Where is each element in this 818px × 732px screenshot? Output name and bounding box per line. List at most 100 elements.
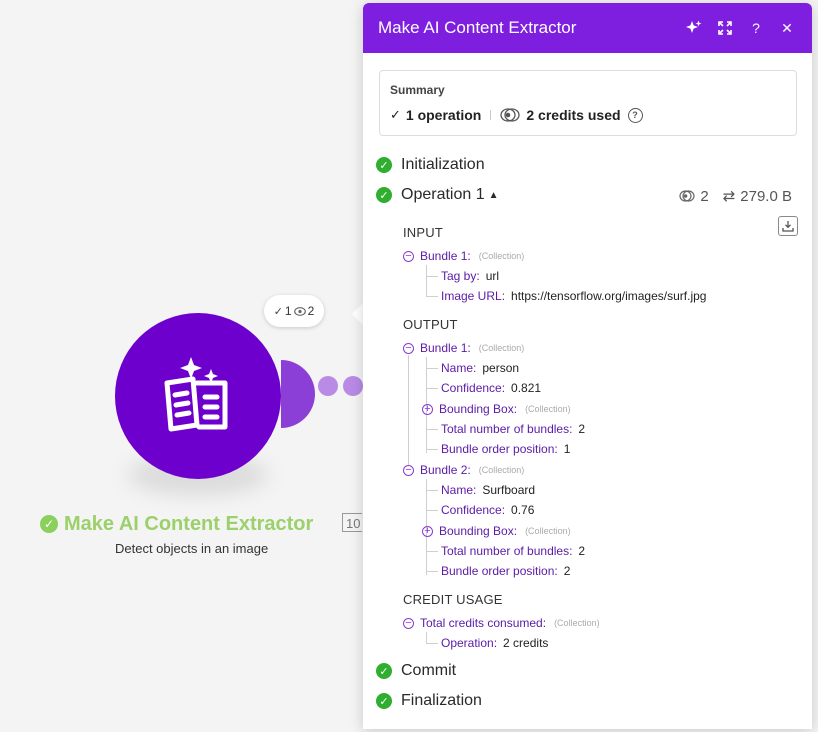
module-title-text: Make AI Content Extractor <box>64 512 314 535</box>
field-key: Tag by: <box>441 269 480 283</box>
success-icon: ✓ <box>376 187 392 203</box>
input-field: Tag by: url <box>441 268 499 284</box>
summary-label: Summary <box>390 83 445 97</box>
input-heading: INPUT <box>403 225 443 240</box>
operation-credits-value: 2 <box>700 187 709 205</box>
caret-up-icon[interactable]: ▲ <box>489 190 499 201</box>
summary-credits: 2 credits used <box>526 107 621 123</box>
bundle-label: Bundle 2: <box>420 463 471 477</box>
field-key: Name: <box>441 483 477 497</box>
operations-bubble[interactable]: ✓ 1 2 <box>264 295 324 327</box>
field-value: 0.76 <box>511 503 535 517</box>
download-button[interactable] <box>778 216 798 236</box>
output-field: Confidence: 0.821 <box>441 380 541 396</box>
success-icon: ✓ <box>376 663 392 679</box>
sparkle-icon[interactable] <box>683 17 705 39</box>
collapse-icon[interactable]: − <box>403 250 414 262</box>
success-icon: ✓ <box>376 157 392 173</box>
collection-tag: (Collection) <box>478 465 525 475</box>
output-bundle-1[interactable]: − Bundle 1: (Collection) <box>403 340 524 356</box>
field-key: Total number of bundles: <box>441 422 573 436</box>
field-value: url <box>485 269 500 283</box>
input-bundle-1[interactable]: − Bundle 1: (Collection) <box>403 248 524 264</box>
download-icon <box>782 221 794 232</box>
credits-icon <box>500 108 521 122</box>
phase-finalization[interactable]: ✓ Finalization <box>376 692 482 710</box>
output-field: Name: Surfboard <box>441 482 535 498</box>
output-field: Bundle order position: 1 <box>441 441 570 457</box>
field-value: person <box>482 361 520 375</box>
module-node[interactable] <box>115 313 281 479</box>
expand-icon[interactable] <box>714 17 736 39</box>
collapse-icon[interactable]: − <box>403 342 414 354</box>
field-key: Image URL: <box>441 289 506 303</box>
field-key: Confidence: <box>441 381 506 395</box>
field-value: 2 credits <box>503 636 549 650</box>
field-value: https://tensorflow.org/images/surf.jpg <box>511 289 707 303</box>
close-icon[interactable]: ✕ <box>776 17 798 39</box>
credits-consumed-collection[interactable]: − Total credits consumed: (Collection) <box>403 615 600 631</box>
divider <box>490 110 492 120</box>
bounding-box-collapsed[interactable]: + Bounding Box: (Collection) <box>422 401 571 417</box>
transfer-icon: ⇄ <box>722 188 736 205</box>
phase-label: Initialization <box>401 156 485 173</box>
check-icon: ✓ <box>390 107 401 122</box>
execution-inspector-panel: Make AI Content Extractor ? ✕ Summary ✓ … <box>363 3 812 729</box>
bundle-label: Total credits consumed: <box>420 616 547 630</box>
phase-label: Operation 1 <box>401 186 485 203</box>
output-heading: OUTPUT <box>403 317 458 332</box>
help-icon[interactable]: ? <box>627 107 643 123</box>
connector-dot <box>343 376 363 396</box>
field-key: Bounding Box: <box>439 524 518 538</box>
help-icon[interactable]: ? <box>745 17 767 39</box>
success-icon: ✓ <box>376 693 392 709</box>
summary-box: Summary ✓ 1 operation 2 credits used ? <box>379 70 797 136</box>
phase-label: Finalization <box>401 692 482 709</box>
field-key: Confidence: <box>441 503 506 517</box>
bundle-label: Bundle 1: <box>420 341 471 355</box>
output-field: Confidence: 0.76 <box>441 502 534 518</box>
collapse-icon[interactable]: − <box>403 617 414 629</box>
output-field: Total number of bundles: 2 <box>441 543 585 559</box>
credit-usage-heading: CREDIT USAGE <box>403 592 503 607</box>
phase-commit[interactable]: ✓ Commit <box>376 662 456 680</box>
field-value: 2 <box>578 544 586 558</box>
connector-dot <box>318 376 338 396</box>
output-field: Name: person <box>441 360 519 376</box>
check-icon: ✓ <box>273 305 283 318</box>
credits-icon <box>679 190 695 202</box>
field-key: Bundle order position: <box>441 442 558 456</box>
field-value: 1 <box>563 442 571 456</box>
module-output-connector[interactable] <box>281 360 315 428</box>
module-title[interactable]: ✓ Make AI Content Extractor <box>40 512 313 536</box>
module-subtitle: Detect objects in an image <box>115 541 269 556</box>
collection-tag: (Collection) <box>478 251 525 261</box>
panel-header: Make AI Content Extractor ? ✕ <box>363 3 812 53</box>
module-id-badge: 10 <box>342 513 362 532</box>
collection-tag: (Collection) <box>478 343 525 353</box>
success-icon: ✓ <box>40 515 58 533</box>
field-value: 0.821 <box>511 381 542 395</box>
output-field: Total number of bundles: 2 <box>441 421 585 437</box>
phase-label: Commit <box>401 662 457 679</box>
field-key: Name: <box>441 361 477 375</box>
field-key: Total number of bundles: <box>441 544 573 558</box>
output-bundle-2[interactable]: − Bundle 2: (Collection) <box>403 462 524 478</box>
expand-plus-icon[interactable]: + <box>422 525 433 537</box>
credit-field: Operation: 2 credits <box>441 635 548 651</box>
field-key: Operation: <box>441 636 498 650</box>
operation-meta: 2 ⇄ 279.0 B <box>679 187 792 205</box>
phase-operation[interactable]: ✓ Operation 1 ▲ <box>376 186 499 204</box>
field-value: Surfboard <box>482 483 536 497</box>
expand-plus-icon[interactable]: + <box>422 403 433 415</box>
field-value: 2 <box>563 564 571 578</box>
bounding-box-collapsed[interactable]: + Bounding Box: (Collection) <box>422 523 571 539</box>
field-value: 2 <box>578 422 586 436</box>
output-field: Bundle order position: 2 <box>441 563 570 579</box>
collection-tag: (Collection) <box>525 404 571 414</box>
collapse-icon[interactable]: − <box>403 464 414 476</box>
phase-initialization[interactable]: ✓ Initialization <box>376 156 485 174</box>
summary-row: ✓ 1 operation 2 credits used ? <box>390 107 786 123</box>
input-field: Image URL: https://tensorflow.org/images… <box>441 288 706 304</box>
collection-tag: (Collection) <box>554 618 600 628</box>
